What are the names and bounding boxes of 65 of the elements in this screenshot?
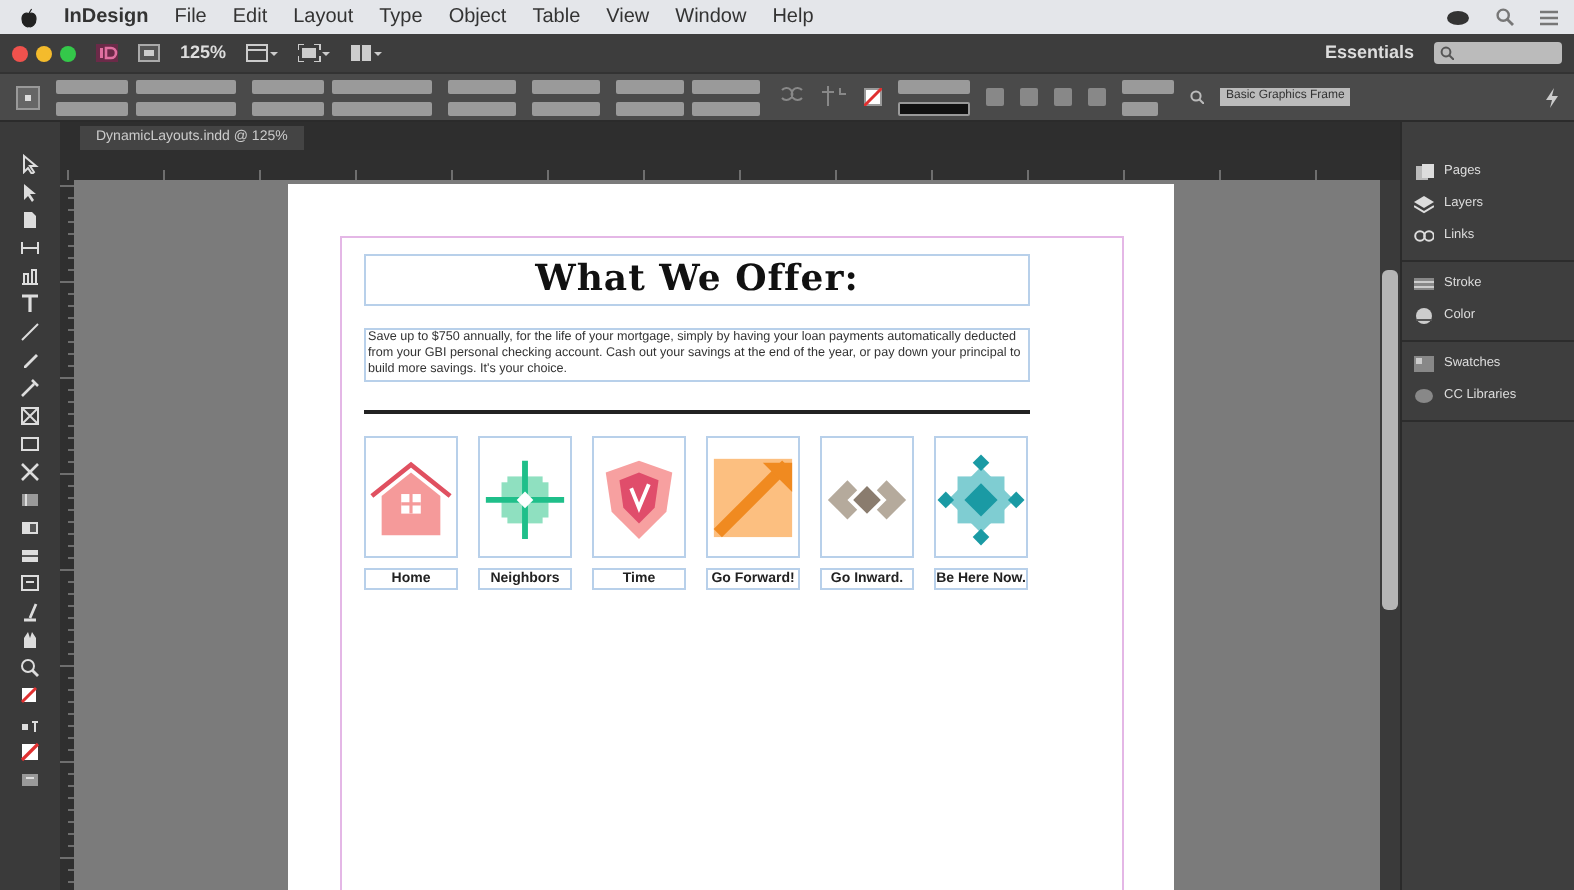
input-field[interactable] bbox=[692, 79, 760, 93]
tool-icon[interactable] bbox=[20, 518, 40, 538]
minimize-button[interactable] bbox=[36, 45, 52, 61]
menu-item[interactable]: Layout bbox=[293, 2, 354, 32]
input-field[interactable] bbox=[1122, 79, 1174, 93]
tool-icon[interactable] bbox=[20, 742, 40, 762]
input-field[interactable] bbox=[532, 101, 600, 115]
menu-item[interactable]: File bbox=[174, 2, 207, 32]
menu-item[interactable]: Edit bbox=[232, 2, 268, 32]
stroke-icon[interactable] bbox=[1414, 273, 1434, 293]
tool-icon[interactable] bbox=[20, 658, 40, 678]
menu-item[interactable]: Type bbox=[379, 2, 423, 32]
tool-icon[interactable] bbox=[20, 770, 40, 790]
input-field[interactable] bbox=[332, 79, 432, 93]
tool-icon[interactable] bbox=[20, 686, 40, 706]
input-field[interactable] bbox=[1122, 101, 1158, 115]
tool-icon[interactable] bbox=[20, 630, 40, 650]
object-style-icon bbox=[1190, 90, 1204, 104]
menu-item[interactable]: Help bbox=[772, 2, 814, 32]
menu-item[interactable]: Table bbox=[532, 2, 581, 32]
workspace-dropdown[interactable]: Essentials bbox=[1324, 39, 1414, 67]
app-menu[interactable]: InDesign bbox=[64, 2, 149, 32]
input-field[interactable] bbox=[692, 101, 760, 115]
input-field[interactable] bbox=[136, 79, 236, 93]
input-field[interactable] bbox=[532, 79, 600, 93]
input-field[interactable] bbox=[448, 79, 516, 93]
search-icon bbox=[1440, 46, 1454, 60]
links-icon[interactable] bbox=[1414, 225, 1434, 245]
input-field[interactable] bbox=[332, 101, 432, 115]
zoom-dropdown[interactable]: 125% bbox=[180, 39, 227, 67]
input-field[interactable] bbox=[252, 101, 324, 115]
search-icon[interactable] bbox=[1496, 8, 1514, 26]
heading: What We Offer: bbox=[364, 254, 1030, 306]
tool-icon[interactable] bbox=[20, 490, 40, 510]
menu-item[interactable]: View bbox=[606, 2, 650, 32]
view-options-icon[interactable] bbox=[246, 44, 279, 62]
pages-icon[interactable] bbox=[1414, 161, 1434, 181]
app-logo-icon bbox=[96, 44, 118, 62]
menu-item[interactable]: Window bbox=[675, 2, 747, 32]
input-field[interactable] bbox=[56, 79, 128, 93]
fill-none-icon[interactable] bbox=[864, 88, 882, 106]
stroke-style-field[interactable] bbox=[898, 101, 970, 115]
list-icon[interactable] bbox=[1540, 9, 1558, 25]
lightning-icon[interactable] bbox=[1546, 87, 1558, 107]
input-field[interactable] bbox=[136, 101, 236, 115]
tool-icon[interactable] bbox=[20, 546, 40, 566]
input-field[interactable] bbox=[616, 79, 684, 93]
reference-point-icon[interactable] bbox=[16, 85, 40, 109]
arrange-documents-icon[interactable] bbox=[350, 44, 383, 62]
input-field[interactable] bbox=[56, 101, 128, 115]
input-field[interactable] bbox=[252, 79, 324, 93]
close-button[interactable] bbox=[12, 45, 28, 61]
scrollbar-thumb[interactable] bbox=[1382, 270, 1398, 610]
swatches-icon[interactable] bbox=[1414, 353, 1434, 373]
layers-icon[interactable] bbox=[1414, 193, 1434, 213]
apple-icon bbox=[20, 7, 38, 27]
cloud-icon[interactable] bbox=[1446, 9, 1470, 25]
screen-mode-icon[interactable] bbox=[298, 44, 331, 62]
input-field[interactable] bbox=[616, 101, 684, 115]
color-icon[interactable] bbox=[1414, 305, 1434, 325]
menu-item[interactable]: Object bbox=[448, 2, 507, 32]
input-field[interactable] bbox=[448, 101, 516, 115]
search-field[interactable] bbox=[1434, 42, 1562, 64]
input-field[interactable] bbox=[898, 79, 970, 93]
zoom-button[interactable] bbox=[60, 45, 76, 61]
